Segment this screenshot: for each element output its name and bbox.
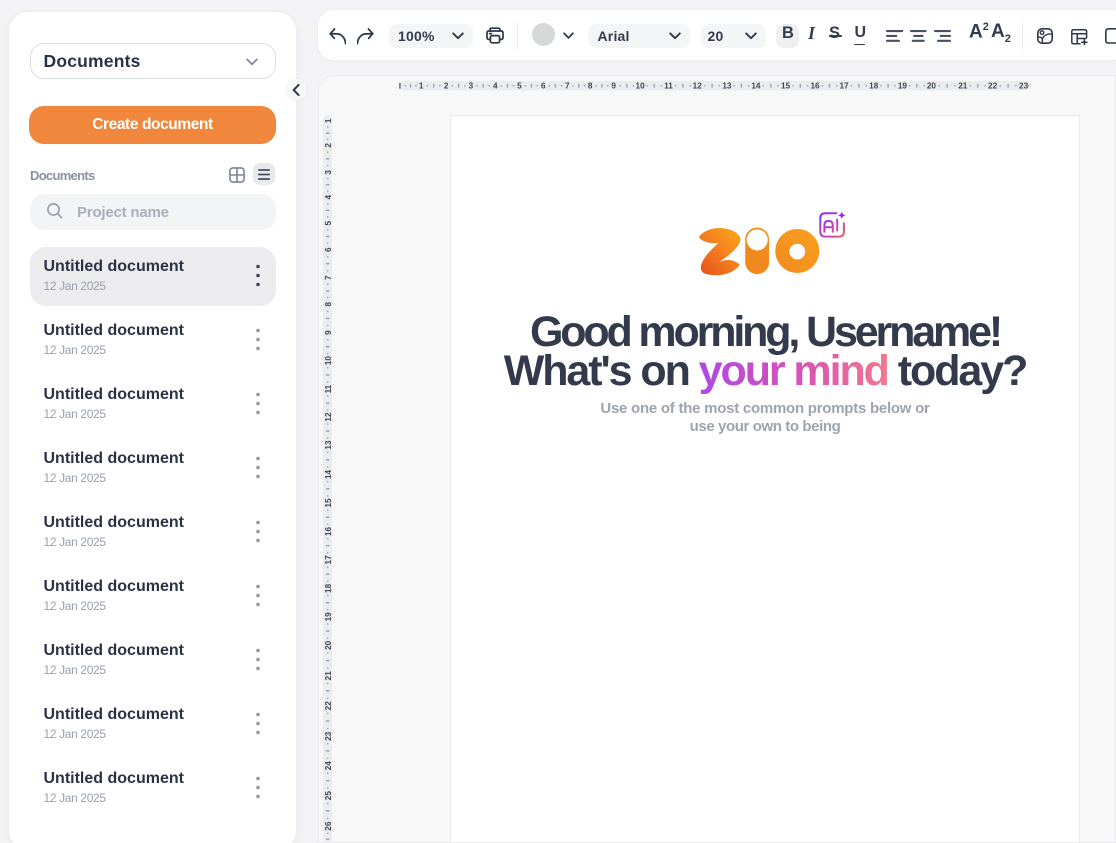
svg-text:1: 1	[419, 81, 424, 90]
svg-text:5: 5	[517, 81, 522, 90]
svg-text:11: 11	[664, 81, 673, 90]
svg-text:15: 15	[324, 498, 332, 508]
svg-text:23: 23	[324, 731, 332, 741]
svg-text:2: 2	[324, 143, 332, 148]
svg-text:1: 1	[324, 118, 332, 123]
svg-text:14: 14	[751, 81, 761, 90]
svg-text:3: 3	[324, 170, 332, 175]
svg-text:11: 11	[324, 384, 332, 393]
svg-text:17: 17	[839, 81, 849, 90]
svg-text:4: 4	[493, 81, 498, 90]
svg-text:6: 6	[541, 81, 546, 90]
svg-text:20: 20	[927, 81, 937, 90]
svg-text:18: 18	[324, 583, 332, 593]
svg-text:12: 12	[693, 81, 703, 90]
svg-text:16: 16	[324, 526, 332, 536]
svg-text:12: 12	[324, 412, 332, 422]
svg-text:8: 8	[324, 301, 332, 306]
svg-text:13: 13	[324, 440, 332, 450]
svg-text:15: 15	[781, 81, 791, 90]
svg-text:18: 18	[869, 81, 879, 90]
svg-text:25: 25	[324, 791, 332, 801]
svg-text:4: 4	[324, 195, 332, 200]
svg-text:20: 20	[324, 640, 332, 650]
svg-text:10: 10	[636, 81, 646, 90]
svg-text:16: 16	[810, 81, 820, 90]
svg-text:17: 17	[324, 555, 332, 565]
svg-text:2: 2	[444, 81, 449, 90]
svg-text:8: 8	[588, 81, 593, 90]
svg-text:6: 6	[324, 247, 332, 252]
svg-text:14: 14	[324, 470, 332, 480]
svg-text:24: 24	[324, 761, 332, 771]
svg-text:21: 21	[958, 81, 968, 90]
svg-text:19: 19	[324, 612, 332, 622]
svg-text:7: 7	[565, 81, 570, 90]
svg-text:10: 10	[324, 356, 332, 366]
svg-text:5: 5	[324, 221, 332, 226]
svg-text:3: 3	[469, 81, 474, 90]
svg-text:13: 13	[722, 81, 732, 90]
svg-text:26: 26	[324, 821, 332, 831]
svg-text:7: 7	[324, 275, 332, 280]
svg-text:22: 22	[324, 701, 332, 711]
svg-text:22: 22	[988, 81, 998, 90]
svg-text:19: 19	[898, 81, 908, 90]
svg-text:23: 23	[1019, 81, 1029, 90]
svg-text:9: 9	[324, 330, 332, 335]
svg-text:21: 21	[324, 671, 332, 681]
svg-text:9: 9	[611, 81, 616, 90]
